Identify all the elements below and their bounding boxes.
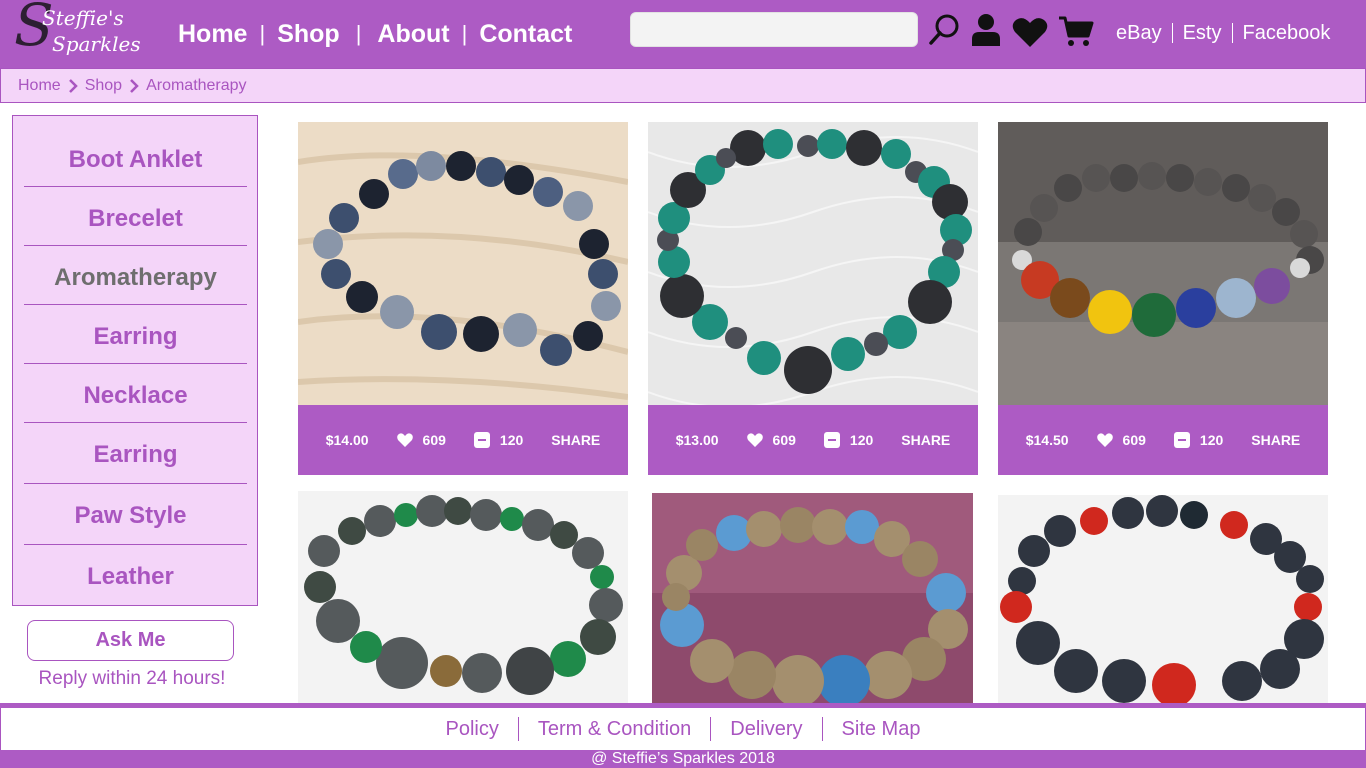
- category-divider: [24, 544, 247, 545]
- product-image[interactable]: [298, 122, 628, 405]
- category-earring-2[interactable]: Earring: [24, 441, 247, 469]
- nav-shop[interactable]: Shop: [277, 20, 340, 49]
- category-aromatherapy[interactable]: Aromatherapy: [24, 264, 247, 292]
- external-links: eBay Esty Facebook: [1106, 18, 1340, 48]
- like-button[interactable]: 609: [746, 432, 796, 448]
- copyright: @ Steffie’s Sparkles 2018: [0, 750, 1366, 768]
- esty-link[interactable]: Esty: [1171, 23, 1232, 43]
- like-count: 609: [1122, 432, 1146, 448]
- like-button[interactable]: 609: [396, 432, 446, 448]
- user-icon[interactable]: [970, 12, 1002, 48]
- ebay-link[interactable]: eBay: [1106, 23, 1172, 43]
- like-button[interactable]: 609: [1096, 432, 1146, 448]
- category-necklace[interactable]: Necklace: [24, 382, 247, 410]
- facebook-link[interactable]: Facebook: [1231, 23, 1341, 43]
- category-brecelet[interactable]: Brecelet: [24, 205, 247, 233]
- product-card[interactable]: $13.00 609 120 SHARE: [648, 122, 978, 475]
- product-bar: $13.00 609 120 SHARE: [648, 405, 978, 475]
- share-button[interactable]: SHARE: [551, 432, 600, 448]
- footer-sitemap-link[interactable]: Site Map: [821, 717, 940, 741]
- category-sidebar: Boot Anklet Brecelet Aromatherapy Earrin…: [12, 115, 258, 606]
- save-count: 120: [499, 432, 524, 448]
- save-button[interactable]: 120: [1173, 432, 1224, 448]
- footer-policy-link[interactable]: Policy: [427, 717, 518, 741]
- product-bar: $14.00 609 120 SHARE: [298, 405, 628, 475]
- nav-contact[interactable]: Contact: [479, 20, 572, 49]
- heart-icon: [1096, 433, 1113, 447]
- product-image[interactable]: [298, 491, 628, 703]
- product-card[interactable]: $14.00 609 120 SHARE: [298, 122, 628, 475]
- product-card[interactable]: [998, 495, 1328, 703]
- minus-icon: [1173, 432, 1190, 448]
- category-paw-style[interactable]: Paw Style: [19, 502, 242, 530]
- search-icon[interactable]: [928, 12, 962, 48]
- product-card[interactable]: [298, 491, 628, 703]
- category-divider: [24, 186, 247, 187]
- product-image[interactable]: [648, 122, 978, 405]
- logo-line-2: Sparkles: [52, 32, 141, 56]
- heart-icon: [746, 433, 763, 447]
- chevron-right-icon: [130, 78, 139, 93]
- product-price: $13.00: [675, 432, 719, 448]
- breadcrumb: Home Shop Aromatherapy: [0, 68, 1366, 103]
- save-count: 120: [1199, 432, 1224, 448]
- nav-home[interactable]: Home: [178, 20, 247, 49]
- category-divider: [24, 363, 247, 364]
- cart-icon[interactable]: [1058, 14, 1094, 50]
- category-divider: [24, 245, 247, 246]
- product-bar: $14.50 609 120 SHARE: [998, 405, 1328, 475]
- share-button[interactable]: SHARE: [901, 432, 950, 448]
- category-divider: [24, 422, 247, 423]
- heart-icon[interactable]: [1012, 14, 1048, 50]
- save-button[interactable]: 120: [473, 432, 524, 448]
- breadcrumb-current[interactable]: Aromatherapy: [146, 77, 247, 95]
- footer-nav: Policy Term & Condition Delivery Site Ma…: [0, 708, 1366, 750]
- logo[interactable]: S Steffie's Sparkles: [12, 0, 152, 64]
- breadcrumb-home[interactable]: Home: [18, 77, 61, 95]
- like-count: 609: [772, 432, 796, 448]
- save-count: 120: [849, 432, 874, 448]
- category-divider: [24, 304, 247, 305]
- nav-separator: |: [259, 21, 266, 46]
- logo-line-1: Steffie's: [42, 6, 124, 30]
- chevron-right-icon: [68, 78, 78, 93]
- footer-delivery-link[interactable]: Delivery: [710, 717, 821, 741]
- ask-me-button[interactable]: Ask Me: [27, 620, 234, 661]
- nav-separator: |: [355, 21, 362, 46]
- search-input[interactable]: [630, 12, 918, 47]
- product-card[interactable]: $14.50 609 120 SHARE: [998, 122, 1328, 475]
- nav-separator: |: [461, 21, 468, 46]
- product-card[interactable]: [652, 493, 973, 703]
- site-header: S Steffie's Sparkles Home | Shop | About…: [0, 0, 1366, 68]
- minus-icon: [823, 432, 840, 448]
- product-image[interactable]: [998, 122, 1328, 405]
- breadcrumb-shop[interactable]: Shop: [85, 77, 122, 95]
- nav-about[interactable]: About: [377, 20, 449, 49]
- page: S Steffie's Sparkles Home | Shop | About…: [0, 0, 1366, 768]
- save-button[interactable]: 120: [823, 432, 874, 448]
- footer-terms-link[interactable]: Term & Condition: [517, 717, 710, 741]
- like-count: 609: [422, 432, 446, 448]
- minus-icon: [473, 432, 490, 448]
- main-nav: Home | Shop | About | Contact: [178, 16, 572, 52]
- heart-icon: [396, 433, 413, 447]
- category-divider: [24, 483, 247, 484]
- product-price: $14.50: [1025, 432, 1069, 448]
- reply-note: Reply within 24 hours!: [38, 668, 226, 689]
- product-image[interactable]: [652, 493, 973, 703]
- product-image[interactable]: [998, 495, 1328, 703]
- product-price: $14.00: [325, 432, 369, 448]
- category-boot-anklet[interactable]: Boot Anklet: [24, 146, 247, 174]
- category-earring[interactable]: Earring: [24, 323, 247, 351]
- share-button[interactable]: SHARE: [1251, 432, 1300, 448]
- category-leather[interactable]: Leather: [19, 563, 242, 591]
